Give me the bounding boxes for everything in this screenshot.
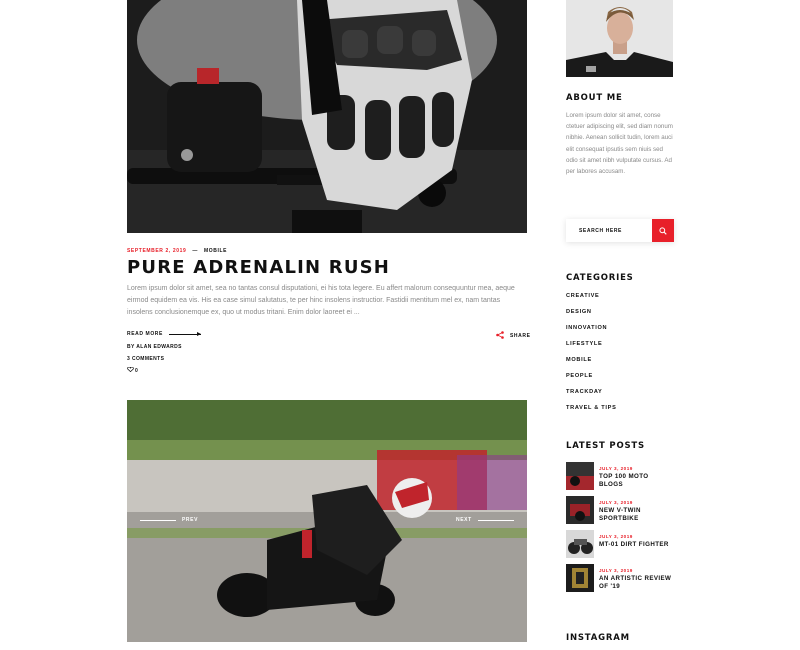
read-more-link[interactable]: READ MORE [127,331,201,337]
category-link[interactable]: PEOPLE [566,373,617,389]
share-icon [496,331,504,341]
heart-icon [127,366,134,374]
category-link[interactable]: CREATIVE [566,293,617,309]
about-me-heading: ABOUT ME [566,93,623,103]
latest-post-thumbnail[interactable] [566,564,594,592]
post-featured-image[interactable] [127,0,527,233]
author-portrait-illustration [566,0,673,77]
gloved-hand-on-handlebar-illustration [127,0,527,233]
share-label: SHARE [510,333,531,339]
about-me-text: Lorem ipsum dolor sit amet, conse ctetue… [566,112,673,176]
post-category[interactable]: MOBILE [204,248,227,254]
latest-post-item[interactable]: JULY 3, 2019 MT-01 DIRT FIGHTER [566,530,674,564]
post-likes[interactable]: 0 [127,366,138,374]
read-more-label: READ MORE [127,331,163,337]
category-link[interactable]: LIFESTYLE [566,341,617,357]
slider-prev-label: PREV [182,517,199,523]
post-comments-link[interactable]: 3 COMMENTS [127,356,164,362]
category-link[interactable]: DESIGN [566,309,617,325]
latest-post-date: JULY 3, 2019 [599,500,633,505]
latest-post-item[interactable]: JULY 3, 2019 AN ARTISTIC REVIEW OF '19 [566,564,674,598]
post-author[interactable]: BY ALAN EDWARDS [127,344,182,350]
arrow-right-icon [477,519,514,521]
latest-posts-heading: LATEST POSTS [566,441,645,451]
search-icon [659,222,667,240]
slider-next-button[interactable]: NEXT [456,517,514,523]
latest-post-title[interactable]: TOP 100 MOTO BLOGS [599,473,674,489]
latest-post-item[interactable]: JULY 3, 2019 NEW V-TWIN SPORTBIKE [566,496,674,530]
instagram-heading: INSTAGRAM [566,633,630,643]
search-button[interactable] [652,219,674,242]
category-link[interactable]: MOBILE [566,357,617,373]
likes-count: 0 [135,367,138,374]
sidebar-search [566,219,674,242]
arrow-right-icon [168,331,201,336]
latest-post-date: JULY 3, 2019 [599,568,633,573]
latest-post-title[interactable]: AN ARTISTIC REVIEW OF '19 [599,575,674,591]
slider-next-label: NEXT [456,517,472,523]
arrow-left-icon [140,519,176,521]
latest-post-title[interactable]: MT-01 DIRT FIGHTER [599,541,674,549]
slider-prev-button[interactable]: PREV [140,517,198,523]
latest-post-title[interactable]: NEW V-TWIN SPORTBIKE [599,507,674,523]
categories-heading: CATEGORIES [566,273,634,283]
latest-post-date: JULY 3, 2019 [599,466,633,471]
share-button[interactable]: SHARE [496,331,531,341]
latest-post-thumbnail[interactable] [566,530,594,558]
category-link[interactable]: INNOVATION [566,325,617,341]
author-photo [566,0,673,77]
post-title[interactable]: PURE ADRENALIN RUSH [127,257,390,278]
latest-post-thumbnail[interactable] [566,496,594,524]
latest-posts-list: JULY 3, 2019 TOP 100 MOTO BLOGS JULY 3, … [566,462,674,598]
category-link[interactable]: TRAVEL & TIPS [566,405,617,421]
latest-post-thumbnail[interactable] [566,462,594,490]
post-excerpt: Lorem ipsum dolor sit amet, sea no tanta… [127,285,515,316]
categories-list: CREATIVE DESIGN INNOVATION LIFESTYLE MOB… [566,293,617,421]
post-date[interactable]: SEPTEMBER 2, 2019 [127,248,186,254]
latest-post-item[interactable]: JULY 3, 2019 TOP 100 MOTO BLOGS [566,462,674,496]
search-input[interactable] [566,219,652,242]
category-link[interactable]: TRACKDAY [566,389,617,405]
post-meta: SEPTEMBER 2, 2019 — MOBILE [127,248,227,254]
latest-post-date: JULY 3, 2019 [599,534,633,539]
meta-separator: — [192,248,198,254]
